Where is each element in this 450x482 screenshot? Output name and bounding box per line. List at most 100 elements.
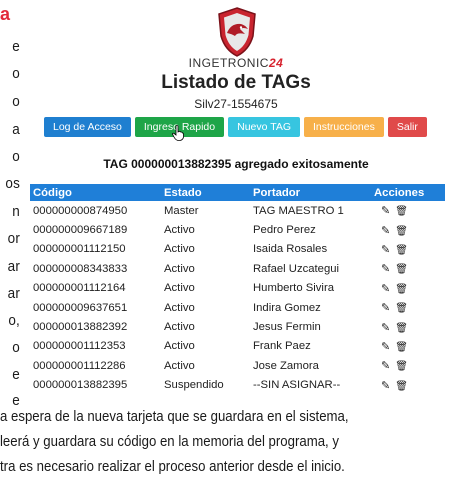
edit-pencil-icon[interactable]: ✎ (381, 322, 395, 334)
cell-estado: Activo (164, 301, 195, 314)
document-word-fragment: ar (7, 285, 20, 302)
cell-acciones: ✎🗑 (371, 279, 445, 298)
edit-pencil-icon[interactable]: ✎ (381, 360, 395, 372)
device-serial: Silv27-1554675 (194, 97, 278, 111)
document-heading-fragment: a (0, 4, 11, 24)
table-header-row: Código Estado Portador Acciones (30, 184, 445, 201)
document-word-fragment: or (7, 230, 20, 247)
document-text-line: leerá y guardara su código en la memoria… (0, 433, 339, 450)
table-row: 000000001112353 Activo Frank Paez ✎🗑 (30, 337, 445, 356)
delete-trash-icon[interactable]: 🗑 (395, 361, 413, 372)
document-text-line: tra es necesario realizar el proceso ant… (0, 458, 345, 475)
instrucciones-button[interactable]: Instrucciones (304, 117, 384, 137)
edit-pencil-icon[interactable]: ✎ (381, 225, 395, 237)
cell-portador: Isaida Rosales (253, 243, 328, 256)
status-message: TAG 000000013882395 agregado exitosament… (103, 157, 369, 171)
column-header-acciones: Acciones (374, 186, 425, 199)
action-toolbar: Log de Acceso Ingreso Rapido Nuevo TAG Inst… (44, 117, 427, 137)
brand-text: INGETRONIC (188, 56, 269, 70)
cell-acciones: ✎🗑 (371, 376, 445, 395)
edit-pencil-icon[interactable]: ✎ (381, 263, 395, 275)
cell-acciones: ✎🗑 (371, 259, 445, 278)
cell-estado: Suspendido (164, 379, 224, 392)
column-header-portador: Portador (253, 186, 301, 199)
delete-trash-icon[interactable]: 🗑 (395, 206, 413, 217)
edit-pencil-icon[interactable]: ✎ (381, 380, 395, 392)
cell-estado: Master (164, 204, 199, 217)
document-word-fragment: o (12, 93, 20, 110)
cell-codigo: 000000001112353 (33, 340, 126, 353)
delete-trash-icon[interactable]: 🗑 (395, 323, 413, 334)
cell-acciones: ✎🗑 (371, 317, 445, 336)
table-row: 000000001112150 Activo Isaida Rosales ✎🗑 (30, 240, 445, 259)
edit-pencil-icon[interactable]: ✎ (381, 341, 395, 353)
cell-acciones: ✎🗑 (371, 337, 445, 356)
document-word-fragment: n (12, 203, 20, 220)
cell-portador: TAG MAESTRO 1 (253, 204, 344, 217)
delete-trash-icon[interactable]: 🗑 (395, 342, 413, 353)
log-acceso-button[interactable]: Log de Acceso (44, 117, 131, 137)
document-word-fragment: e (12, 366, 20, 383)
salir-button[interactable]: Salir (387, 117, 427, 137)
table-row: 000000009637651 Activo Indira Gomez ✎🗑 (30, 298, 445, 317)
edit-pencil-icon[interactable]: ✎ (381, 302, 395, 314)
column-header-estado: Estado (164, 186, 202, 199)
nuevo-tag-button[interactable]: Nuevo TAG (228, 117, 300, 137)
table-row: 000000009667189 Activo Pedro Perez ✎🗑 (30, 220, 445, 239)
edit-pencil-icon[interactable]: ✎ (381, 283, 395, 295)
document-word-fragment: o, (8, 312, 20, 329)
table-row: 000000001112286 Activo Jose Zamora ✎🗑 (30, 356, 445, 375)
cell-acciones: ✎🗑 (371, 298, 445, 317)
cell-codigo: 000000008343833 (33, 262, 128, 275)
cell-acciones: ✎🗑 (371, 240, 445, 259)
cell-portador: Frank Paez (253, 340, 311, 353)
document-word-fragment: o (12, 148, 20, 165)
document-word-fragment: a (12, 121, 20, 138)
delete-trash-icon[interactable]: 🗑 (395, 284, 413, 295)
tag-admin-app: INGETRONIC24 Listado de TAGs Silv27-1554… (22, 0, 450, 405)
column-header-codigo: Código (33, 186, 72, 199)
table-row: 000000000874950 Master TAG MAESTRO 1 ✎🗑 (30, 201, 445, 220)
cell-estado: Activo (164, 224, 195, 237)
shield-logo-icon (218, 7, 256, 57)
edit-pencil-icon[interactable]: ✎ (381, 244, 395, 256)
delete-trash-icon[interactable]: 🗑 (395, 264, 413, 275)
delete-trash-icon[interactable]: 🗑 (395, 245, 413, 256)
tags-table: Código Estado Portador Acciones 00000000… (30, 184, 445, 395)
cell-codigo: 000000001112286 (33, 359, 126, 372)
cell-codigo: 000000000874950 (33, 204, 128, 217)
cell-codigo: 000000001112150 (33, 243, 126, 256)
cell-codigo: 000000013882395 (33, 379, 128, 392)
table-row: 000000013882395 Suspendido --SIN ASIGNAR--… (30, 376, 445, 395)
delete-trash-icon[interactable]: 🗑 (395, 303, 413, 314)
table-row: 000000013882392 Activo Jesus Fermin ✎🗑 (30, 317, 445, 336)
cell-estado: Activo (164, 262, 195, 275)
cell-codigo: 000000013882392 (33, 321, 128, 334)
document-word-fragment: ar (7, 258, 20, 275)
cell-codigo: 000000009667189 (33, 224, 128, 237)
delete-trash-icon[interactable]: 🗑 (395, 226, 413, 237)
document-word-fragment: e (12, 38, 20, 55)
cell-estado: Activo (164, 340, 195, 353)
cell-portador: Jose Zamora (253, 359, 319, 372)
document-text-line: a espera de la nueva tarjeta que se guar… (0, 408, 349, 425)
cell-codigo: 000000009637651 (33, 301, 128, 314)
cell-portador: Jesus Fermin (253, 321, 321, 334)
document-word-fragment: e (12, 392, 20, 409)
cell-codigo: 000000001112164 (33, 282, 126, 295)
table-row: 000000001112164 Activo Humberto Sivira ✎🗑 (30, 279, 445, 298)
edit-pencil-icon[interactable]: ✎ (381, 205, 395, 217)
delete-trash-icon[interactable]: 🗑 (395, 381, 413, 392)
page-title: Listado de TAGs (161, 72, 311, 93)
tags-table-body: 000000000874950 Master TAG MAESTRO 1 ✎🗑 0000… (30, 201, 445, 395)
cell-acciones: ✎🗑 (371, 201, 445, 220)
document-word-fragment: o (12, 339, 20, 356)
cell-portador: --SIN ASIGNAR-- (253, 379, 341, 392)
cell-estado: Activo (164, 321, 195, 334)
cell-acciones: ✎🗑 (371, 220, 445, 239)
table-row: 000000008343833 Activo Rafael Uzcategui ✎🗑 (30, 259, 445, 278)
cell-portador: Rafael Uzcategui (253, 262, 340, 275)
document-word-fragment: os (5, 175, 20, 192)
cell-estado: Activo (164, 359, 195, 372)
cell-portador: Humberto Sivira (253, 282, 334, 295)
